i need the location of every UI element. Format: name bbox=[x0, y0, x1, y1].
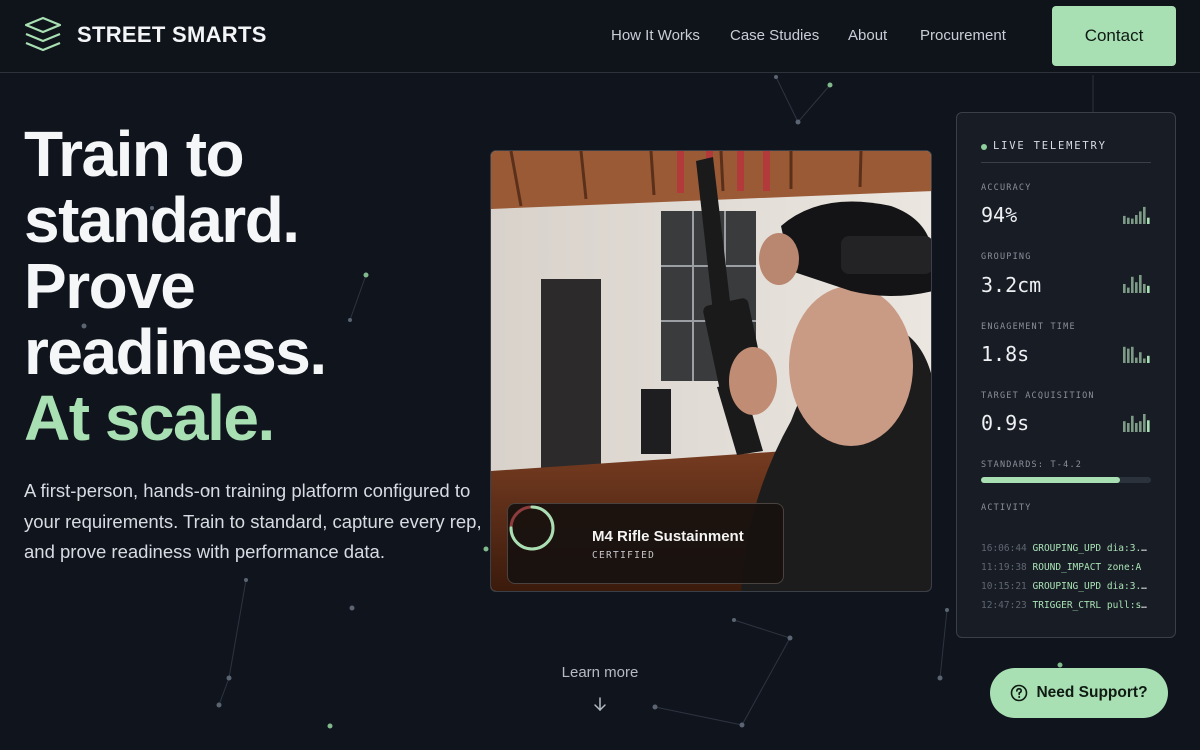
sparkline-bar bbox=[1143, 414, 1146, 432]
sparkline-bar bbox=[1147, 355, 1150, 363]
sparkline-bar bbox=[1135, 215, 1138, 224]
sparkline-bar bbox=[1135, 423, 1138, 432]
activity-row: 16:06:44 GROUPING_UPD dia:3.2cm bbox=[981, 543, 1151, 554]
hero-headline-line-2: standard. bbox=[24, 184, 300, 256]
hero-headline-line-3: Prove bbox=[24, 250, 196, 322]
hero-description: A first-person, hands-on training platfo… bbox=[24, 480, 482, 562]
nav-procurement[interactable]: Procurement bbox=[920, 27, 1006, 44]
brand-name[interactable]: STREET SMARTS bbox=[77, 22, 267, 48]
certification-title: M4 Rifle Sustainment bbox=[592, 528, 744, 545]
sparkline-bar bbox=[1131, 218, 1134, 224]
site-header: STREET SMARTS How It Works Case Studies … bbox=[0, 0, 1200, 73]
metric-value-grouping: 3.2cm bbox=[981, 273, 1042, 297]
metric-value-engagement-time: 1.8s bbox=[981, 342, 1030, 366]
sparkline-engagement-icon bbox=[1123, 346, 1150, 363]
metric-label-grouping: GROUPING bbox=[981, 252, 1032, 262]
activity-message: TRIGGER_CTRL pull:smooth bbox=[1032, 600, 1152, 611]
activity-row: 11:19:38 ROUND_IMPACT zone:A bbox=[981, 562, 1151, 573]
training-video[interactable]: M4 Rifle Sustainment CERTIFIED bbox=[490, 150, 932, 592]
sparkline-bar bbox=[1143, 206, 1146, 224]
certification-card[interactable]: M4 Rifle Sustainment CERTIFIED bbox=[507, 503, 784, 584]
sparkline-bar bbox=[1131, 415, 1134, 432]
divider bbox=[981, 162, 1151, 163]
standards-progress-fill bbox=[981, 477, 1121, 483]
activity-time: 12:47:23 bbox=[981, 600, 1027, 611]
sparkline-bar bbox=[1127, 348, 1130, 363]
nav-how-it-works[interactable]: How It Works bbox=[611, 27, 700, 44]
hero-headline-line-1: Train to bbox=[24, 118, 245, 190]
sparkline-accuracy-icon bbox=[1123, 206, 1150, 224]
sparkline-bar bbox=[1127, 217, 1130, 224]
sparkline-bar bbox=[1143, 284, 1146, 293]
metric-label-target-acquisition: TARGET ACQUISITION bbox=[981, 391, 1095, 401]
sparkline-bar bbox=[1131, 346, 1134, 363]
telemetry-title: LIVE TELEMETRY bbox=[993, 140, 1107, 152]
activity-message: GROUPING_UPD dia:3.2cm bbox=[1032, 543, 1152, 554]
need-support-button[interactable]: Need Support? bbox=[990, 668, 1168, 718]
activity-time: 10:15:21 bbox=[981, 581, 1027, 592]
sparkline-bar bbox=[1147, 285, 1150, 293]
live-indicator-dot bbox=[981, 144, 987, 150]
certification-status: CERTIFIED bbox=[592, 550, 656, 561]
activity-row: 12:47:23 TRIGGER_CTRL pull:smooth bbox=[981, 600, 1151, 611]
activity-message: ROUND_IMPACT zone:A bbox=[1032, 562, 1142, 573]
sparkline-bar bbox=[1139, 211, 1142, 224]
nav-about[interactable]: About bbox=[848, 27, 887, 44]
metric-value-accuracy: 94% bbox=[981, 203, 1018, 227]
metric-label-accuracy: ACCURACY bbox=[981, 183, 1032, 193]
sparkline-bar bbox=[1127, 287, 1130, 293]
sparkline-bar bbox=[1147, 217, 1150, 224]
metric-label-engagement-time: ENGAGEMENT TIME bbox=[981, 322, 1076, 332]
learn-more-link[interactable]: Learn more bbox=[540, 664, 660, 681]
activity-time: 16:06:44 bbox=[981, 543, 1027, 554]
sparkline-bar bbox=[1123, 421, 1126, 432]
sparkline-bar bbox=[1135, 282, 1138, 293]
sparkline-bar bbox=[1135, 357, 1138, 363]
brand-logo-icon[interactable] bbox=[24, 16, 62, 54]
metric-value-target-acquisition: 0.9s bbox=[981, 411, 1030, 435]
progress-ring-icon bbox=[509, 505, 555, 551]
sparkline-bar bbox=[1139, 352, 1142, 363]
activity-time: 11:19:38 bbox=[981, 562, 1027, 573]
sparkline-bar bbox=[1143, 358, 1146, 363]
standards-progress-bar bbox=[981, 477, 1151, 483]
standards-label: STANDARDS: T-4.2 bbox=[981, 460, 1083, 470]
sparkline-grouping-icon bbox=[1123, 275, 1150, 293]
hero-headline-line-4: readiness. bbox=[24, 316, 327, 388]
live-telemetry-panel: LIVE TELEMETRY ACCURACY 94% GROUPING 3.2… bbox=[956, 112, 1176, 638]
sparkline-bar bbox=[1147, 420, 1150, 432]
activity-label: ACTIVITY bbox=[981, 503, 1032, 513]
sparkline-bar bbox=[1139, 275, 1142, 293]
activity-message: GROUPING_UPD dia:3.4cm bbox=[1032, 581, 1152, 592]
contact-button[interactable]: Contact bbox=[1052, 6, 1176, 66]
sparkline-bar bbox=[1123, 346, 1126, 363]
sparkline-bar bbox=[1123, 284, 1126, 293]
arrow-down-icon[interactable] bbox=[592, 695, 608, 713]
sparkline-acquisition-icon bbox=[1123, 414, 1150, 432]
sparkline-bar bbox=[1131, 276, 1134, 293]
need-support-label: Need Support? bbox=[1036, 684, 1148, 701]
sparkline-bar bbox=[1123, 215, 1126, 224]
activity-row: 10:15:21 GROUPING_UPD dia:3.4cm bbox=[981, 581, 1151, 592]
sparkline-bar bbox=[1127, 423, 1130, 432]
hero-headline-accent: At scale. bbox=[24, 382, 275, 454]
help-circle-icon bbox=[1011, 684, 1028, 702]
sparkline-bar bbox=[1139, 421, 1142, 432]
nav-case-studies[interactable]: Case Studies bbox=[730, 27, 819, 44]
